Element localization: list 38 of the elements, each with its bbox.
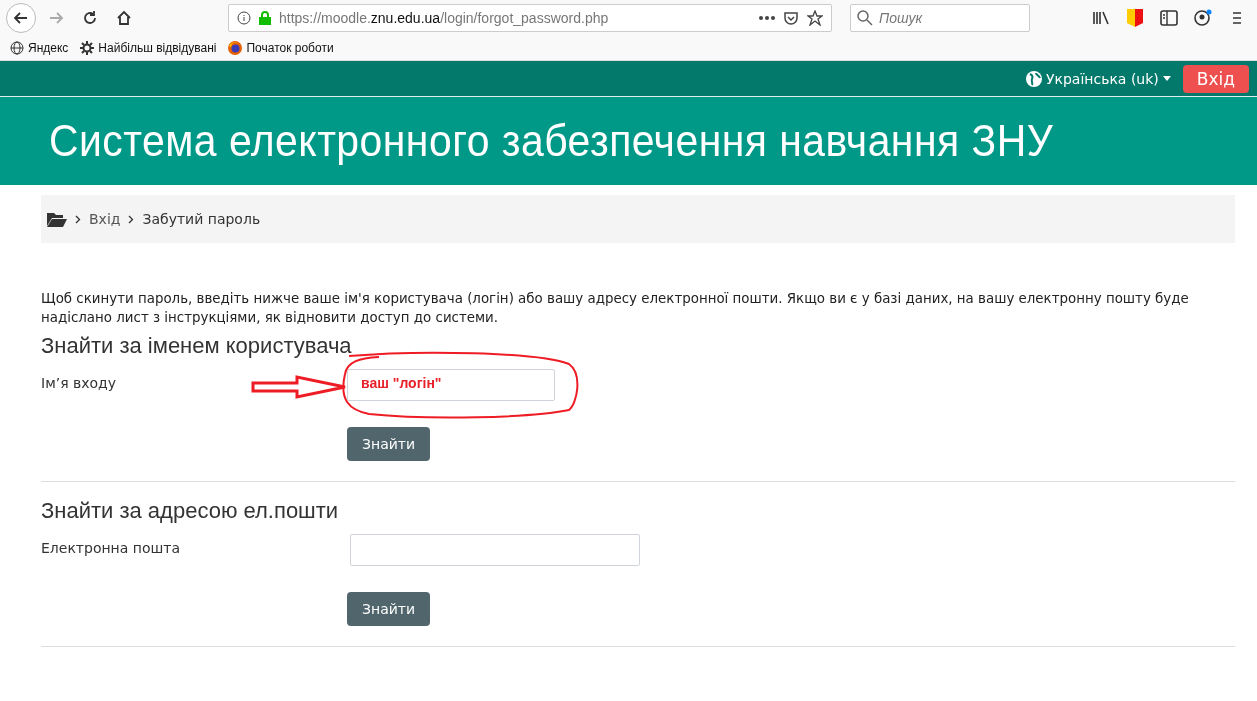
bookmark-link[interactable]: Початок роботи: [228, 41, 334, 55]
forward-arrow-icon: [48, 10, 64, 26]
chevron-icon: [128, 214, 135, 224]
annotation-text: ваш "логін": [361, 375, 442, 391]
gear-icon: [80, 41, 95, 55]
field-label: Ім’я входу: [41, 375, 117, 391]
section-heading: Знайти за іменем користувача: [41, 333, 353, 359]
firefox-icon: [228, 41, 243, 55]
back-arrow-icon: [13, 10, 29, 26]
section-heading: Знайти за адресою ел.пошти: [41, 498, 340, 524]
address-bar[interactable]: https://moodle.znu.edu.ua/login/forgot_password.php: [228, 4, 832, 32]
find-button[interactable]: Знайти: [347, 427, 431, 461]
bookmark-link[interactable]: Найбільш відвідувані: [80, 41, 217, 55]
login-button[interactable]: Вхід: [1182, 64, 1249, 93]
instructions-text: Щоб скинути пароль, введіть нижче ваше ім'я користувача (логін) або вашу адресу електронної пошти. Якщо ви є у базі даних, на вашу електронну пошту буде надіслано лист з інструкціями, як відновити доступ до системи.: [41, 290, 1190, 327]
star-icon[interactable]: [807, 10, 823, 26]
chevron-icon: [75, 214, 81, 224]
folder-icon[interactable]: [47, 211, 67, 227]
breadcrumb-link[interactable]: Забутий пароль: [142, 211, 261, 227]
breadcrumb-link[interactable]: Вхід: [89, 211, 121, 227]
lock-icon: [259, 11, 271, 25]
home-icon: [116, 10, 132, 26]
search-icon: [857, 10, 873, 26]
back-button[interactable]: [6, 3, 36, 33]
search-field[interactable]: Пошук: [850, 4, 1030, 32]
site-title: Система електронного забезпечення навчання ЗНУ: [49, 116, 1054, 166]
find-button[interactable]: Знайти: [347, 592, 431, 626]
info-icon: [237, 11, 251, 25]
more-icon[interactable]: [759, 16, 775, 20]
bookmark-link[interactable]: Яндекс: [10, 41, 69, 55]
url-text: https://moodle.znu.edu.ua/login/forgot_password.php: [279, 10, 609, 26]
reload-icon: [82, 10, 98, 26]
text-input[interactable]: [350, 534, 640, 566]
field-label: Електронна пошта: [41, 540, 181, 556]
text-input[interactable]: [347, 369, 555, 401]
language-menu[interactable]: Українська (uk): [1025, 70, 1171, 87]
pocket-icon[interactable]: [783, 10, 799, 26]
caret-icon: [1162, 76, 1171, 81]
